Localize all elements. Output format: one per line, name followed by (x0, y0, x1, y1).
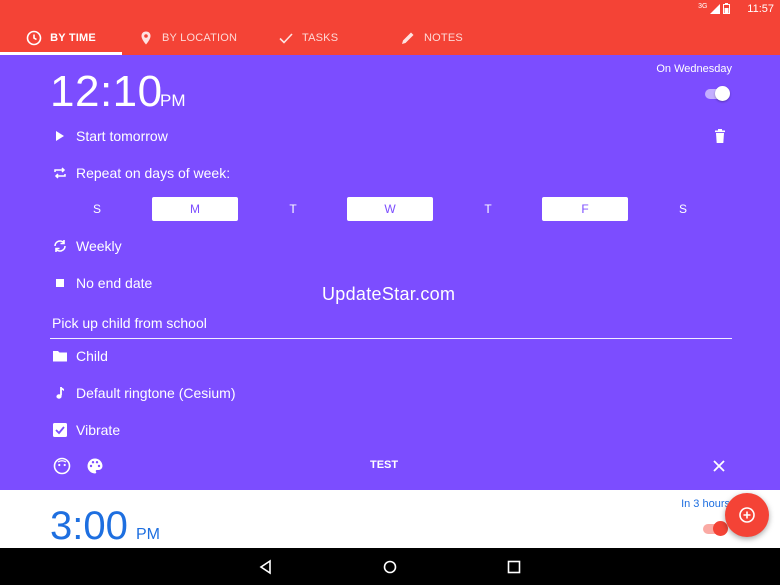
ringtone-row[interactable]: Default ringtone (Cesium) (52, 385, 236, 401)
tab-tasks[interactable]: TASKS (278, 20, 338, 55)
day-sat[interactable]: S (640, 197, 726, 221)
end-label: No end date (76, 275, 153, 291)
sync-icon (54, 240, 66, 252)
alarm-card-expanded: 12:10 PM On Wednesday Start tomorrow Rep… (0, 55, 780, 490)
stop-icon (56, 279, 64, 287)
signal-text: 3G (698, 3, 708, 10)
folder-icon (53, 351, 67, 362)
repeat-label: Repeat on days of week: (76, 165, 231, 181)
checkbox-checked-icon[interactable] (52, 422, 68, 438)
day-mon[interactable]: M (152, 197, 238, 221)
close-icon[interactable] (710, 457, 728, 475)
location-pin-icon (141, 31, 151, 44)
add-alarm-button[interactable] (725, 493, 769, 537)
alarm-day-label: On Wednesday (656, 63, 732, 75)
navigation-bar (0, 548, 780, 585)
alarm-card-collapsed[interactable]: 3:00 PM In 3 hours (0, 490, 780, 548)
tab-bar: BY TIME BY LOCATION TASKS NOTES (0, 20, 780, 55)
day-thu[interactable]: T (445, 197, 531, 221)
day-sun[interactable]: S (54, 197, 140, 221)
end-date-row[interactable]: No end date (52, 275, 152, 291)
tab-by-time[interactable]: BY TIME (0, 20, 122, 55)
clock-icon (26, 30, 42, 45)
status-bar: 3G 11:57 (0, 0, 780, 20)
alarm-label-input[interactable] (50, 307, 732, 339)
add-circle-icon (739, 507, 755, 523)
play-icon (56, 131, 64, 141)
watermark: UpdateStar.com (322, 284, 456, 304)
alarm-ampm: PM (160, 91, 186, 110)
tab-label: NOTES (424, 31, 463, 44)
day-wed[interactable]: W (347, 197, 433, 221)
next-alarm-time[interactable]: 3:00 (50, 504, 128, 549)
tab-by-location[interactable]: BY LOCATION (138, 20, 237, 55)
next-alarm-toggle[interactable] (703, 520, 728, 538)
tab-notes[interactable]: NOTES (400, 20, 463, 55)
card-actions: TEST (0, 455, 780, 479)
battery-icon (723, 3, 730, 14)
start-tomorrow-row[interactable]: Start tomorrow (52, 128, 168, 144)
signal-icon (710, 3, 721, 14)
vibrate-label: Vibrate (76, 422, 121, 438)
alarm-enable-toggle[interactable] (705, 85, 730, 103)
repeat-row[interactable]: Repeat on days of week: (52, 165, 230, 181)
next-alarm-ampm: PM (136, 526, 160, 543)
status-icons: 3G (698, 3, 730, 14)
day-fri[interactable]: F (542, 197, 628, 221)
music-note-icon (56, 387, 64, 399)
delete-icon[interactable] (712, 128, 728, 144)
repeat-icon (54, 167, 66, 179)
tab-label: TASKS (302, 31, 339, 44)
frequency-row[interactable]: Weekly (52, 238, 122, 254)
tab-label: BY TIME (50, 31, 96, 44)
back-icon[interactable] (258, 559, 274, 575)
check-icon (279, 32, 293, 44)
weekday-selector: S M T W T F S (50, 197, 732, 221)
tab-label: BY LOCATION (162, 31, 238, 44)
start-label: Start tomorrow (76, 128, 168, 144)
vibrate-row[interactable]: Vibrate (52, 422, 120, 438)
face-icon[interactable] (53, 457, 71, 475)
test-button[interactable]: TEST (370, 459, 398, 471)
recents-icon[interactable] (506, 559, 522, 575)
category-row[interactable]: Child (52, 348, 108, 364)
frequency-label: Weekly (76, 238, 122, 254)
status-clock: 11:57 (747, 3, 774, 15)
ringtone-label: Default ringtone (Cesium) (76, 385, 236, 401)
home-icon[interactable] (382, 559, 398, 575)
alarm-time[interactable]: 12:10 (50, 67, 163, 117)
palette-icon[interactable] (86, 457, 104, 475)
toggle-knob (715, 86, 730, 101)
day-tue[interactable]: T (250, 197, 336, 221)
category-label: Child (76, 348, 108, 364)
pencil-icon (402, 32, 414, 44)
next-alarm-countdown: In 3 hours (681, 498, 730, 510)
